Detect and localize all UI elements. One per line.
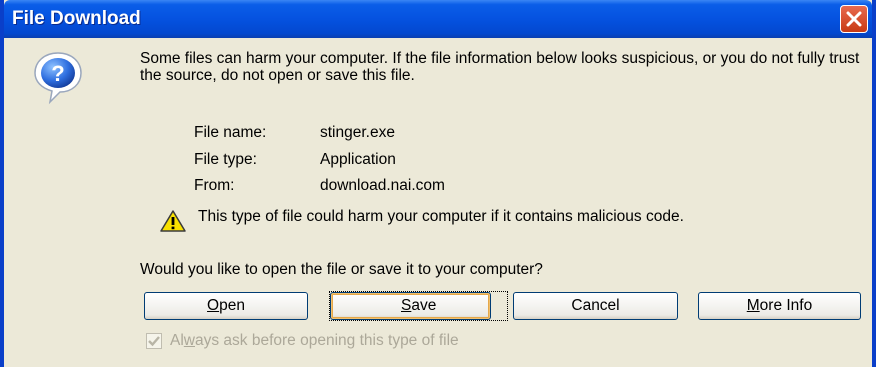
save-accel: S <box>401 297 412 314</box>
from-label: From: <box>194 177 235 194</box>
from-value: download.nai.com <box>320 177 445 194</box>
always-ask-checkbox[interactable] <box>146 333 162 349</box>
warning-icon <box>160 210 186 232</box>
dialog-body: ? Some files can harm your computer. If … <box>4 38 872 367</box>
close-icon <box>846 11 862 27</box>
always-ask-label: Always ask before opening this type of f… <box>170 332 459 350</box>
save-button[interactable]: Save <box>328 291 509 321</box>
file-name-label: File name: <box>194 124 267 141</box>
cancel-label: Cancel <box>571 297 620 314</box>
question-icon: ? <box>34 52 82 105</box>
close-button[interactable] <box>840 5 868 33</box>
file-name-value: stinger.exe <box>320 124 395 141</box>
cancel-button[interactable]: Cancel <box>513 292 678 320</box>
svg-text:?: ? <box>51 61 64 86</box>
always-ask-accel: w <box>183 332 195 349</box>
dialog-title: File Download <box>12 8 141 29</box>
file-download-dialog: File Download ? Some files can harm your… <box>0 0 876 367</box>
intro-text: Some files can harm your computer. If th… <box>140 50 860 84</box>
open-accel: O <box>207 297 220 314</box>
save-label: ave <box>411 297 437 314</box>
checkmark-icon <box>148 336 160 347</box>
always-ask-pre: Al <box>170 332 184 349</box>
open-label: pen <box>219 297 245 314</box>
more-info-label: ore Info <box>759 297 813 314</box>
more-info-button[interactable]: More Info <box>698 292 861 320</box>
file-type-label: File type: <box>194 151 257 168</box>
title-bar[interactable]: File Download <box>4 0 872 38</box>
file-type-value: Application <box>320 151 396 168</box>
question-text: Would you like to open the file or save … <box>140 261 543 278</box>
open-button[interactable]: Open <box>144 292 308 320</box>
always-ask-post: ays ask before opening this type of file <box>195 332 459 349</box>
more-info-accel: M <box>746 297 760 314</box>
warning-text: This type of file could harm your comput… <box>198 208 684 225</box>
